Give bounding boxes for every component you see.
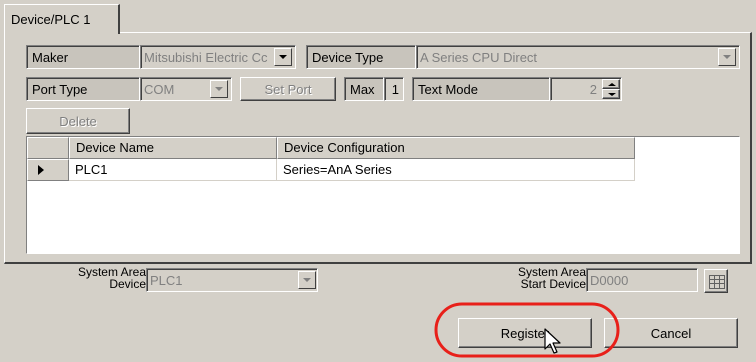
keypad-icon[interactable] [704,269,728,293]
device-type-select[interactable]: A Series CPU Direct [416,45,740,69]
table-cell-device-name[interactable]: PLC1 [69,159,277,181]
system-area-start-device-label: System Area Start Device [517,265,586,291]
system-area-device-select[interactable]: PLC1 [146,268,318,292]
column-header-device-name[interactable]: Device Name [69,137,277,159]
maker-dropdown-icon[interactable] [274,48,292,66]
tab-device-plc-1[interactable]: Device/PLC 1 [4,4,120,34]
set-port-button[interactable]: Set Port [240,77,336,101]
system-area-device-label: System Area Device [77,265,146,291]
tab-label: Device/PLC 1 [11,12,91,27]
row-pointer-icon [38,165,44,175]
text-mode-label: Text Mode [412,77,550,101]
device-type-value: A Series CPU Direct [420,50,538,65]
text-mode-spin-icon[interactable] [602,79,620,99]
maker-label: Maker [26,45,140,69]
system-area-device-value: PLC1 [150,273,183,288]
port-type-dropdown-icon[interactable] [210,80,228,98]
delete-button[interactable]: Delete [26,108,130,134]
spin-down-icon[interactable] [602,89,620,99]
port-type-label: Port Type [26,77,140,101]
system-area-start-device-field[interactable]: D0000 [586,268,698,292]
maker-value: Mitsubishi Electric Cc [144,50,268,65]
max-label: Max [344,77,384,101]
system-area-start-device-value: D0000 [590,273,629,288]
table-cell-device-configuration[interactable]: Series=AnA Series [277,159,635,181]
text-mode-value: 2 [589,82,597,97]
device-type-dropdown-icon[interactable] [718,48,736,66]
maker-select[interactable]: Mitsubishi Electric Cc [140,45,296,69]
table-corner-header [27,137,69,159]
device-table: Device Name Device Configuration PLC1 Se… [26,136,740,254]
row-selector[interactable] [27,159,69,181]
column-header-device-configuration[interactable]: Device Configuration [277,137,635,159]
system-area-device-dropdown-icon[interactable] [298,271,316,289]
max-value: 1 [384,77,404,101]
port-type-value: COM [144,82,175,97]
mouse-cursor-icon [544,328,561,354]
highlight-circle [434,302,620,358]
device-type-label: Device Type [306,45,416,69]
spin-up-icon[interactable] [602,79,620,89]
